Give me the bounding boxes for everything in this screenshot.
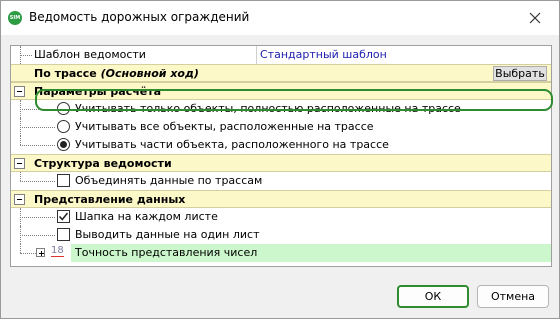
precision-cell[interactable]: Точность представления чисел [71,244,551,262]
merge-routes-label: Объединять данные по трассам [75,174,263,187]
presentation-section-header[interactable]: Представление данных [11,190,551,208]
number-format-icon-text: 18 [51,245,64,257]
tree-line [20,136,21,145]
calc-option-radio[interactable] [57,120,70,133]
route-label: По трассе (Основной ход) [34,67,199,80]
expand-icon[interactable] [36,248,45,257]
template-row[interactable]: Шаблон ведомости Стандартный шаблон [11,46,551,64]
template-label: Шаблон ведомости [34,48,146,61]
calc-section-header[interactable]: Параметры расчёта [11,82,551,100]
calc-option-row[interactable]: Учитывать только объекты, полностью расп… [11,100,551,118]
tree-line [20,109,55,110]
close-icon [529,12,541,24]
presentation-item-row[interactable]: Выводить данные на один лист [11,226,551,244]
tree-line [20,253,36,254]
window-title: Ведомость дорожных ограждений [29,10,250,24]
ok-button[interactable]: ОК [397,285,469,308]
collapse-icon[interactable] [14,194,25,205]
tree-line [20,145,55,146]
route-row[interactable]: По трассе (Основной ход) Выбрать [11,64,551,82]
tree-line [20,172,21,181]
tree-line [20,127,55,128]
checkmark-icon [58,212,69,221]
close-button[interactable] [525,9,545,27]
presentation-item-row[interactable]: Шапка на каждом листе [11,208,551,226]
calc-option-label: Учитывать только объекты, полностью расп… [75,102,461,115]
tree-line [20,217,55,218]
calc-option-row[interactable]: Учитывать все объекты, расположенные на … [11,118,551,136]
header-each-sheet-checkbox[interactable] [57,210,70,223]
presentation-section-label: Представление данных [34,193,186,206]
tree-line [20,55,32,56]
number-format-icon: 18 [51,245,64,257]
tree-line [20,235,55,236]
calc-option-label: Учитывать все объекты, расположенные на … [75,120,374,133]
tree-line [20,244,21,253]
merge-routes-checkbox[interactable] [57,174,70,187]
template-value: Стандартный шаблон [260,48,387,61]
collapse-icon[interactable] [14,86,25,97]
app-logo-icon: SIM [8,11,22,25]
template-value-cell[interactable]: Стандартный шаблон [256,46,551,64]
calc-option-radio-checked[interactable] [57,138,70,151]
select-route-button[interactable]: Выбрать [493,66,547,81]
structure-item-row[interactable]: Объединять данные по трассам [11,172,551,190]
dialog-window: SIM Ведомость дорожных ограждений Шаблон… [0,0,560,319]
precision-row[interactable]: 18 Точность представления чисел [11,244,551,262]
route-label-text: По трассе [34,67,97,80]
title-bar: SIM Ведомость дорожных ограждений [1,1,559,35]
calc-option-row[interactable]: Учитывать части объекта, расположенного … [11,136,551,154]
calc-option-radio[interactable] [57,102,70,115]
precision-label: Точность представления чисел [75,246,258,259]
calc-section-label: Параметры расчёта [34,85,162,98]
properties-grid: Шаблон ведомости Стандартный шаблон По т… [10,45,552,267]
tree-line [20,181,55,182]
header-each-sheet-label: Шапка на каждом листе [75,210,218,223]
collapse-icon[interactable] [14,158,25,169]
cancel-button[interactable]: Отмена [477,285,549,308]
single-sheet-label: Выводить данные на один лист [75,228,260,241]
structure-section-label: Структура ведомости [34,157,172,170]
route-label-italic: (Основной ход) [100,67,199,80]
structure-section-header[interactable]: Структура ведомости [11,154,551,172]
calc-option-label: Учитывать части объекта, расположенного … [75,138,389,151]
single-sheet-checkbox[interactable] [57,228,70,241]
